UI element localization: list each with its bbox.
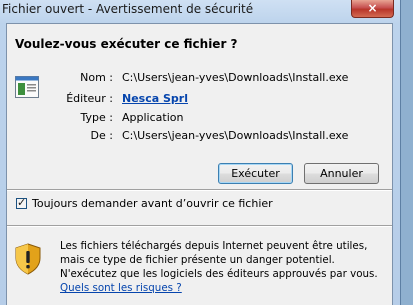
close-icon: × bbox=[367, 1, 378, 15]
publisher-label: Éditeur : bbox=[66, 92, 113, 105]
risks-link[interactable]: Quels sont les risques ? bbox=[60, 282, 182, 294]
type-value: Application bbox=[122, 111, 184, 124]
always-ask-label[interactable]: Toujours demander avant d’ouvrir ce fich… bbox=[32, 197, 273, 210]
always-ask-checkbox[interactable]: ✓ bbox=[16, 196, 27, 209]
security-shield-icon bbox=[15, 243, 41, 275]
warning-message: Les fichiers téléchargés depuis Internet… bbox=[60, 239, 380, 295]
title-bar[interactable]: Fichier ouvert - Avertissement de sécuri… bbox=[0, 0, 400, 22]
divider bbox=[7, 225, 392, 227]
window-title: Fichier ouvert - Avertissement de sécuri… bbox=[2, 2, 254, 16]
type-label: Type : bbox=[80, 111, 113, 124]
from-label: De : bbox=[90, 129, 113, 142]
security-warning-window: Fichier ouvert - Avertissement de sécuri… bbox=[0, 0, 401, 305]
divider bbox=[7, 189, 392, 191]
close-button[interactable]: × bbox=[351, 0, 394, 18]
name-label: Nom : bbox=[80, 71, 113, 84]
from-value: C:\Users\jean-yves\Downloads\Install.exe bbox=[122, 129, 349, 142]
warning-text: Les fichiers téléchargés depuis Internet… bbox=[60, 240, 378, 280]
name-value: C:\Users\jean-yves\Downloads\Install.exe bbox=[122, 71, 349, 84]
run-button[interactable]: Exécuter bbox=[218, 163, 293, 184]
publisher-link[interactable]: Nesca Sprl bbox=[122, 92, 188, 105]
dialog-heading: Voulez-vous exécuter ce fichier ? bbox=[15, 37, 238, 51]
cancel-button[interactable]: Annuler bbox=[304, 163, 379, 184]
checkmark-icon: ✓ bbox=[17, 196, 27, 209]
dialog-body: Voulez-vous exécuter ce fichier ? Nom : … bbox=[6, 23, 393, 305]
